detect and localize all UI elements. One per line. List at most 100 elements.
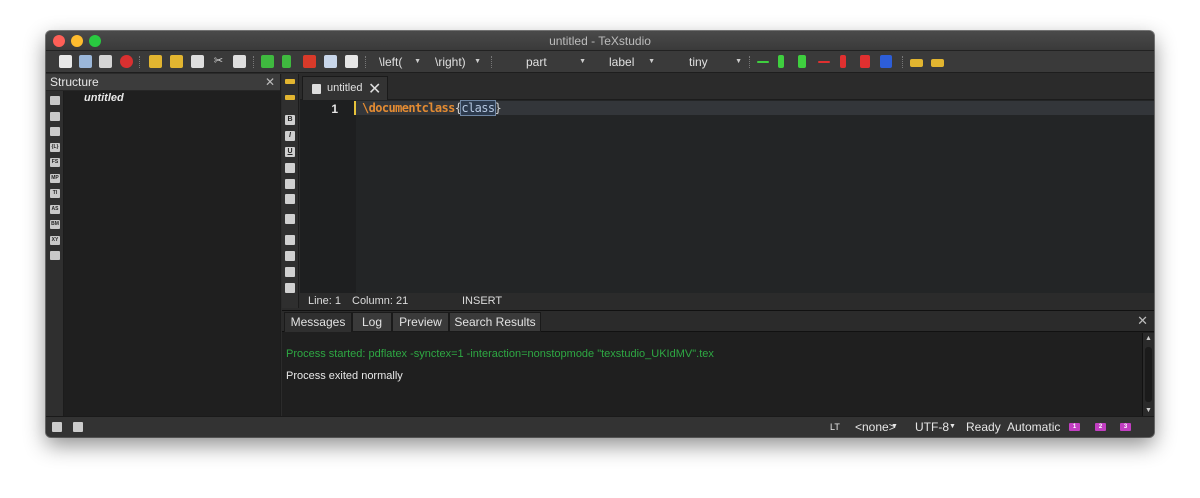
tab-search-results[interactable]: Search Results xyxy=(449,312,541,332)
change-marker xyxy=(354,101,356,115)
toggle-messages-icon[interactable] xyxy=(73,422,83,432)
save-icon[interactable] xyxy=(99,55,112,68)
chevron-down-icon: ▼ xyxy=(735,58,742,65)
bookmark-3-icon[interactable]: 3 xyxy=(1120,423,1131,431)
line-indicator: Line: 1 xyxy=(308,295,342,307)
toolbar-separator xyxy=(139,56,140,68)
close-file-icon[interactable] xyxy=(120,55,133,68)
newline-icon[interactable] xyxy=(285,214,295,224)
process-started-message: Process started: pdflatex -synctex=1 -in… xyxy=(286,348,714,360)
toolbar-separator xyxy=(902,56,903,68)
subscript-icon[interactable] xyxy=(285,251,295,261)
arrow-up-icon[interactable] xyxy=(285,79,295,84)
ti-icon[interactable]: TI xyxy=(50,189,60,198)
chevron-down-icon: ▼ xyxy=(648,58,655,65)
blue-mark-icon[interactable] xyxy=(880,55,892,68)
language-selector[interactable]: <none> xyxy=(855,417,896,437)
scroll-up-icon[interactable]: ▲ xyxy=(1145,335,1152,342)
chevron-down-icon: ▼ xyxy=(891,423,898,430)
fraction-icon[interactable] xyxy=(285,283,295,293)
code-placeholder[interactable]: class xyxy=(460,100,496,116)
green-bar-icon[interactable] xyxy=(778,55,784,68)
left-right-icon[interactable]: {L} xyxy=(50,143,60,152)
align-right-icon[interactable] xyxy=(285,194,295,204)
bookmarks-icon[interactable] xyxy=(50,112,60,121)
spell-icon[interactable] xyxy=(345,55,358,68)
bookmark-1-icon[interactable]: 1 xyxy=(1069,423,1080,431)
copy-icon[interactable] xyxy=(191,55,204,68)
cut-icon[interactable]: ✂ xyxy=(212,55,225,68)
align-left-icon[interactable] xyxy=(285,163,295,173)
arrow-down-icon[interactable] xyxy=(285,95,295,100)
mode-text: Automatic xyxy=(1007,420,1061,434)
red-line-icon[interactable] xyxy=(818,61,830,63)
structure-root-item[interactable]: untitled xyxy=(84,92,124,104)
underline-icon[interactable]: U xyxy=(285,147,295,157)
structure-view-icon[interactable] xyxy=(50,96,60,105)
align-center-icon[interactable] xyxy=(285,179,295,189)
section-combo[interactable]: part ▼ xyxy=(526,54,586,70)
fs-icon[interactable]: FS xyxy=(50,158,60,167)
view-pdf-icon[interactable] xyxy=(303,55,316,68)
red-bar-icon[interactable] xyxy=(840,55,846,68)
toggle-structure-icon[interactable] xyxy=(52,422,62,432)
math-icon[interactable] xyxy=(285,235,295,245)
undo-icon[interactable] xyxy=(149,55,162,68)
output-close-button[interactable]: ✕ xyxy=(1137,313,1148,329)
messages-scrollbar[interactable]: ▲ ▼ xyxy=(1142,333,1154,416)
mp-icon[interactable]: MP xyxy=(50,174,60,183)
redo-icon[interactable] xyxy=(170,55,183,68)
tab-untitled[interactable]: untitled ✕ xyxy=(302,76,388,100)
language-tool-indicator[interactable]: LT xyxy=(830,417,840,437)
italic-icon[interactable]: I xyxy=(285,131,295,141)
tab-messages[interactable]: Messages xyxy=(284,312,352,332)
code-editor[interactable]: 1 \documentclass{class} xyxy=(300,100,1154,293)
red-mark-icon[interactable] xyxy=(860,55,870,68)
structure-tree: untitled xyxy=(64,91,280,421)
open-file-icon[interactable] xyxy=(79,55,92,68)
warning-down-icon[interactable] xyxy=(931,59,944,67)
code-line[interactable]: \documentclass{class} xyxy=(362,100,502,116)
line-number-gutter: 1 xyxy=(300,100,356,293)
font-size-combo[interactable]: tiny ▼ xyxy=(689,54,742,70)
green-mark-icon[interactable] xyxy=(798,55,806,68)
chevron-down-icon: ▼ xyxy=(949,423,956,430)
toolbar-separator xyxy=(365,56,366,68)
structure-side-icons: {L} FS MP TI AS BM XY xyxy=(46,91,64,421)
right-delimiter-combo[interactable]: \right) ▼ xyxy=(435,54,481,70)
bm-icon[interactable]: BM xyxy=(50,220,60,229)
scrollbar-thumb[interactable] xyxy=(1145,347,1152,402)
right-delimiter-value: \right) xyxy=(435,55,466,69)
symbols-icon[interactable] xyxy=(50,127,60,136)
tab-close-icon[interactable]: ✕ xyxy=(368,79,381,99)
scroll-down-icon[interactable]: ▼ xyxy=(1145,407,1152,414)
tab-preview[interactable]: Preview xyxy=(392,312,449,332)
title-bar: untitled - TeXstudio xyxy=(46,31,1154,51)
window-title: untitled - TeXstudio xyxy=(549,34,651,48)
bold-icon[interactable]: B xyxy=(285,115,295,125)
special-chars-icon[interactable] xyxy=(50,251,60,260)
output-tab-bar: Messages Log Preview Search Results ✕ xyxy=(282,311,1154,332)
new-file-icon[interactable] xyxy=(59,55,72,68)
run-icon[interactable] xyxy=(282,55,291,68)
reference-combo[interactable]: label ▼ xyxy=(609,54,655,70)
find-icon[interactable] xyxy=(324,55,337,68)
xy-icon[interactable]: XY xyxy=(50,236,60,245)
compile-icon[interactable] xyxy=(261,55,274,68)
superscript-icon[interactable] xyxy=(285,267,295,277)
as-icon[interactable]: AS xyxy=(50,205,60,214)
left-delimiter-combo[interactable]: \left( ▼ xyxy=(379,54,421,70)
chevron-down-icon: ▼ xyxy=(414,58,421,65)
paste-icon[interactable] xyxy=(233,55,246,68)
tab-log[interactable]: Log xyxy=(352,312,392,332)
encoding-selector[interactable]: UTF-8 xyxy=(915,417,949,437)
left-delimiter-value: \left( xyxy=(379,55,403,69)
warning-up-icon[interactable] xyxy=(910,59,923,67)
code-keyword: \documentclass xyxy=(362,101,455,115)
structure-close-button[interactable]: ✕ xyxy=(265,74,275,90)
messages-view: Process started: pdflatex -synctex=1 -in… xyxy=(282,333,1142,416)
document-icon xyxy=(312,84,321,94)
bookmark-2-icon[interactable]: 2 xyxy=(1095,423,1106,431)
insert-mode-indicator[interactable]: INSERT xyxy=(462,293,502,309)
green-line-icon[interactable] xyxy=(757,61,769,63)
